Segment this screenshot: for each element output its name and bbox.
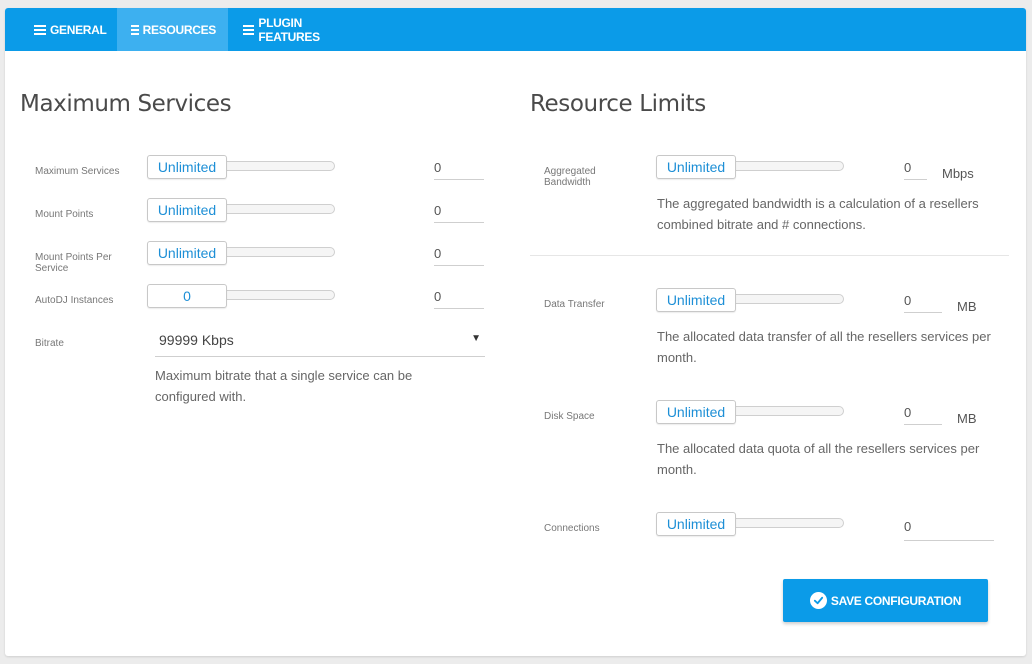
unit-label-mb: MB xyxy=(957,411,977,426)
section-divider xyxy=(530,255,1009,256)
field-label-maximum-services: Maximum Services xyxy=(35,166,120,177)
data-transfer-input[interactable] xyxy=(904,289,942,313)
aggregated-bandwidth-input[interactable] xyxy=(904,156,927,180)
connections-slider[interactable]: Unlimited xyxy=(656,512,846,536)
field-label-mount-points-per-service: Mount Points Per Service xyxy=(35,252,112,274)
bitrate-selected-value: 99999 Kbps xyxy=(159,332,234,348)
tab-label: RESOURCES xyxy=(142,22,217,37)
unit-label-mb: MB xyxy=(957,299,977,314)
mount-points-per-service-input[interactable] xyxy=(434,242,484,266)
field-label-data-transfer: Data Transfer xyxy=(544,299,605,310)
check-circle-icon xyxy=(809,592,827,609)
autodj-instances-slider[interactable]: 0 xyxy=(147,284,337,308)
maximum-services-slider[interactable]: Unlimited xyxy=(147,155,337,179)
unit-label-mbps: Mbps xyxy=(942,166,974,181)
slider-handle[interactable]: Unlimited xyxy=(656,155,736,179)
slider-handle[interactable]: Unlimited xyxy=(147,241,227,265)
aggregated-bandwidth-slider[interactable]: Unlimited xyxy=(656,155,846,179)
list-icon xyxy=(131,24,139,35)
maximum-services-input[interactable] xyxy=(434,156,484,180)
tab-label: PLUGIN FEATURES xyxy=(258,15,320,44)
data-transfer-help-text: The allocated data transfer of all the r… xyxy=(657,329,991,365)
mount-points-input[interactable] xyxy=(434,199,484,223)
save-configuration-button[interactable]: SAVE CONFIGURATION xyxy=(783,579,988,622)
slider-handle[interactable]: Unlimited xyxy=(656,288,736,312)
bitrate-help-text: Maximum bitrate that a single service ca… xyxy=(155,368,413,404)
list-icon xyxy=(34,24,46,35)
aggregated-bandwidth-help-text: The aggregated bandwidth is a calculatio… xyxy=(657,196,979,232)
field-label-mount-points: Mount Points xyxy=(35,209,94,220)
mount-points-per-service-slider[interactable]: Unlimited xyxy=(147,241,337,265)
disk-space-slider[interactable]: Unlimited xyxy=(656,400,846,424)
section-title-resource-limits: Resource Limits xyxy=(530,91,706,117)
mount-points-slider[interactable]: Unlimited xyxy=(147,198,337,222)
disk-space-help-text: The allocated data quota of all the rese… xyxy=(657,441,980,477)
field-label-bitrate: Bitrate xyxy=(35,338,64,349)
section-title-maximum-services: Maximum Services xyxy=(20,91,232,117)
slider-handle[interactable]: Unlimited xyxy=(656,400,736,424)
caret-down-icon: ▼ xyxy=(471,333,481,344)
tab-plugin-features[interactable]: PLUGIN FEATURES xyxy=(228,8,373,51)
field-label-disk-space: Disk Space xyxy=(544,411,595,422)
field-label-autodj-instances: AutoDJ Instances xyxy=(35,295,114,306)
bitrate-select[interactable]: 99999 Kbps ▼ xyxy=(155,325,485,357)
list-icon xyxy=(243,24,255,35)
save-button-label: SAVE CONFIGURATION xyxy=(830,593,962,608)
autodj-instances-input[interactable] xyxy=(434,285,484,309)
slider-handle[interactable]: Unlimited xyxy=(147,155,227,179)
slider-handle[interactable]: Unlimited xyxy=(656,512,736,536)
tab-general[interactable]: GENERAL xyxy=(16,8,124,51)
tab-label: GENERAL xyxy=(50,22,107,37)
slider-handle[interactable]: 0 xyxy=(147,284,227,308)
field-label-connections: Connections xyxy=(544,523,600,534)
data-transfer-slider[interactable]: Unlimited xyxy=(656,288,846,312)
tab-resources[interactable]: RESOURCES xyxy=(117,8,228,51)
tab-bar: GENERAL RESOURCES PLUGIN FEATURES xyxy=(5,8,1026,51)
field-label-aggregated-bandwidth: Aggregated Bandwidth xyxy=(544,166,596,188)
disk-space-input[interactable] xyxy=(904,401,942,425)
connections-input[interactable] xyxy=(904,513,994,541)
slider-handle[interactable]: Unlimited xyxy=(147,198,227,222)
